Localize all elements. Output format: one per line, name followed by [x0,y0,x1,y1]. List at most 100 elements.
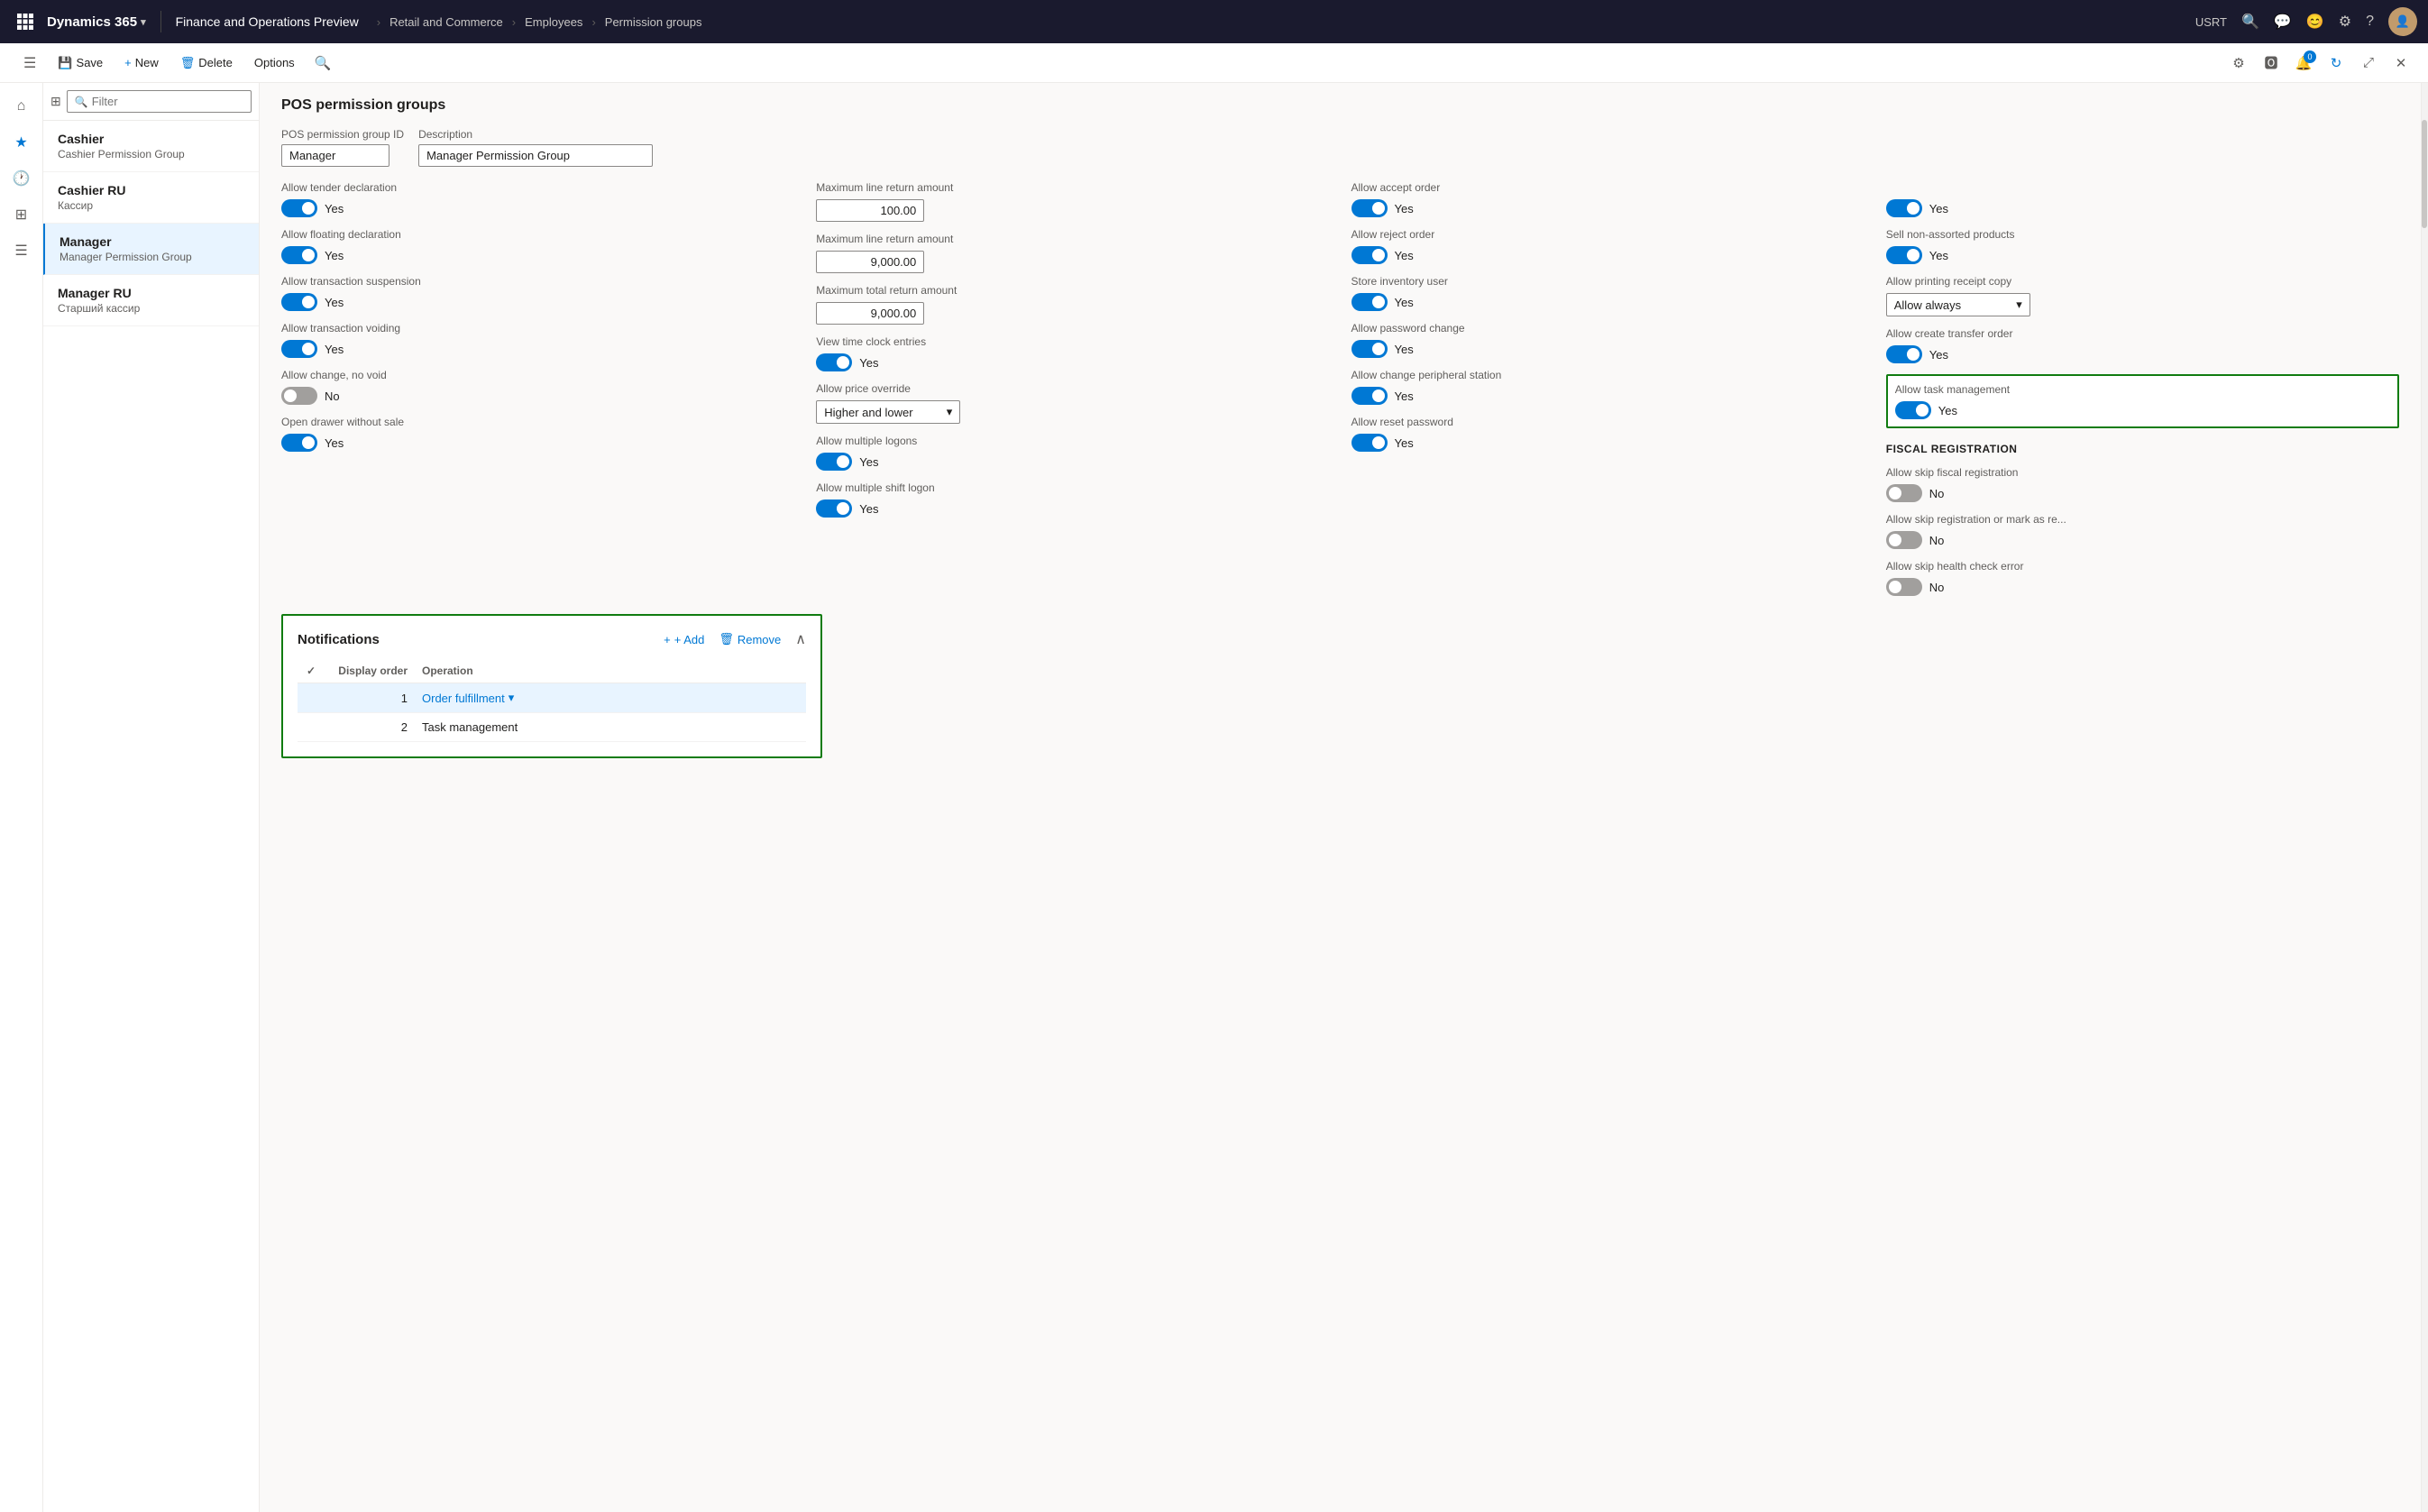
search-icon[interactable]: 🔍 [2241,13,2259,31]
list-item-subtitle: Cashier Permission Group [58,148,244,160]
filter-input[interactable] [92,95,243,108]
prop-label: Allow change peripheral station [1351,369,1865,381]
prop-label: Open drawer without sale [281,416,794,428]
toggle-label: Yes [1938,404,1957,417]
prop-label: Allow skip health check error [1886,560,2399,573]
toggle-create-transfer-order[interactable] [1886,345,1922,363]
desc-label: Description [418,128,653,141]
list-item-subtitle: Manager Permission Group [60,251,244,263]
notifications-badge-icon[interactable]: 🔔 0 [2291,50,2316,76]
list-item-subtitle: Старший кассир [58,302,244,315]
max-line-return-input-1[interactable] [816,199,924,222]
filter-icon[interactable]: ⊞ [50,94,61,109]
toggle-label: No [1929,487,1945,500]
desc-field-group: Description [418,128,653,167]
table-row[interactable]: 1 Order fulfillment ▾ [298,683,806,713]
toggle-store-inventory-user[interactable] [1351,293,1388,311]
toggle-transaction-voiding[interactable] [281,340,317,358]
operation-link[interactable]: Order fulfillment ▾ [422,691,799,705]
row-check [298,683,325,713]
scrollbar-thumb[interactable] [2422,120,2427,228]
prop-label: View time clock entries [816,335,1329,348]
toggle-skip-fiscal-registration[interactable] [1886,484,1922,502]
search-box[interactable]: 🔍 [67,90,252,113]
toggle-transaction-suspension[interactable] [281,293,317,311]
toggle-change-peripheral-station[interactable] [1351,387,1388,405]
desc-input[interactable] [418,144,653,167]
personalize-icon[interactable]: ⚙ [2226,50,2251,76]
toggle-label: Yes [325,343,344,356]
toggle-multiple-shift-logon[interactable] [816,499,852,518]
toggle-multiple-logons[interactable] [816,453,852,471]
new-button[interactable]: + New [115,50,168,75]
face-icon[interactable]: 😊 [2306,13,2324,31]
prop-max-line-return-2: Maximum line return amount [816,233,1329,273]
toggle-label: Yes [325,202,344,215]
top-navigation: Dynamics 365 ▾ Finance and Operations Pr… [0,0,2428,43]
avatar[interactable]: 👤 [2388,7,2417,36]
remove-notification-button[interactable]: 🗑 Remove [719,632,781,646]
scrollbar-track[interactable] [2421,83,2428,1512]
toggle-floating-declaration[interactable] [281,246,317,264]
max-total-return-input[interactable] [816,302,924,325]
toggle-reject-order[interactable] [1351,246,1388,264]
prop-label: Allow transaction voiding [281,322,794,334]
prop-skip-fiscal-registration: Allow skip fiscal registration No [1886,466,2399,502]
toggle-col4-0[interactable] [1886,199,1922,217]
prop-label: Allow printing receipt copy [1886,275,2399,288]
waffle-icon[interactable] [11,7,40,36]
id-input[interactable] [281,144,389,167]
prop-label: Allow reset password [1351,416,1865,428]
list-item[interactable]: Cashier Cashier Permission Group [43,121,259,172]
app-name[interactable]: Dynamics 365 ▾ [47,14,146,30]
col-operation: Operation [415,659,806,683]
list-item[interactable]: Manager RU Старший кассир [43,275,259,326]
toggle-label: No [1929,534,1945,547]
max-line-return-input-2[interactable] [816,251,924,273]
toggle-reset-password[interactable] [1351,434,1388,452]
printing-receipt-dropdown[interactable]: Allow always ▾ [1886,293,2030,316]
toggle-skip-registration-mark[interactable] [1886,531,1922,549]
options-button[interactable]: Options [245,50,304,75]
nav-star-icon[interactable]: ★ [5,126,38,159]
toggle-task-management[interactable] [1895,401,1931,419]
toggle-label: Yes [859,455,878,469]
table-row[interactable]: 2 Task management [298,713,806,742]
toggle-password-change[interactable] [1351,340,1388,358]
toggle-skip-health-check[interactable] [1886,578,1922,596]
toggle-change-no-void[interactable] [281,387,317,405]
nav-grid-icon[interactable]: ⊞ [5,198,38,231]
settings-icon[interactable]: ⚙ [2339,13,2351,31]
toggle-sell-non-assorted[interactable] [1886,246,1922,264]
chat-icon[interactable]: 💬 [2274,13,2292,31]
notifications-actions: + + Add 🗑 Remove ∧ [664,630,806,648]
prop-transaction-voiding: Allow transaction voiding Yes [281,322,794,358]
save-button[interactable]: 💾 Save [49,50,112,76]
nav-clock-icon[interactable]: 🕐 [5,162,38,195]
refresh-icon[interactable]: ↻ [2323,50,2349,76]
office-icon[interactable]: 🅾 [2258,50,2284,76]
toggle-label: Yes [1395,249,1414,262]
toggle-open-drawer[interactable] [281,434,317,452]
help-icon[interactable]: ? [2366,14,2374,30]
list-item-selected[interactable]: Manager Manager Permission Group [43,224,259,275]
popout-icon[interactable]: ⤢ [2356,50,2381,76]
price-override-dropdown[interactable]: Higher and lower ▾ [816,400,960,424]
toggle-label: Yes [325,436,344,450]
toggle-tender-declaration[interactable] [281,199,317,217]
list-item[interactable]: Cashier RU Кассир [43,172,259,224]
prop-label: Allow password change [1351,322,1865,334]
collapse-notifications-button[interactable]: ∧ [795,630,806,648]
prop-label: Allow price override [816,382,1329,395]
nav-collapse-icon[interactable]: ☰ [14,49,45,78]
nav-home-icon[interactable]: ⌂ [5,90,38,123]
delete-button[interactable]: 🗑 Delete [171,50,242,76]
toggle-accept-order[interactable] [1351,199,1388,217]
close-icon[interactable]: ✕ [2388,50,2414,76]
prop-change-peripheral-station: Allow change peripheral station Yes [1351,369,1865,405]
list-item-title: Manager [60,234,244,249]
add-notification-button[interactable]: + + Add [664,633,704,646]
search-command-icon[interactable]: 🔍 [315,56,332,71]
toggle-view-time-clock[interactable] [816,353,852,371]
nav-list-icon[interactable]: ☰ [5,234,38,267]
